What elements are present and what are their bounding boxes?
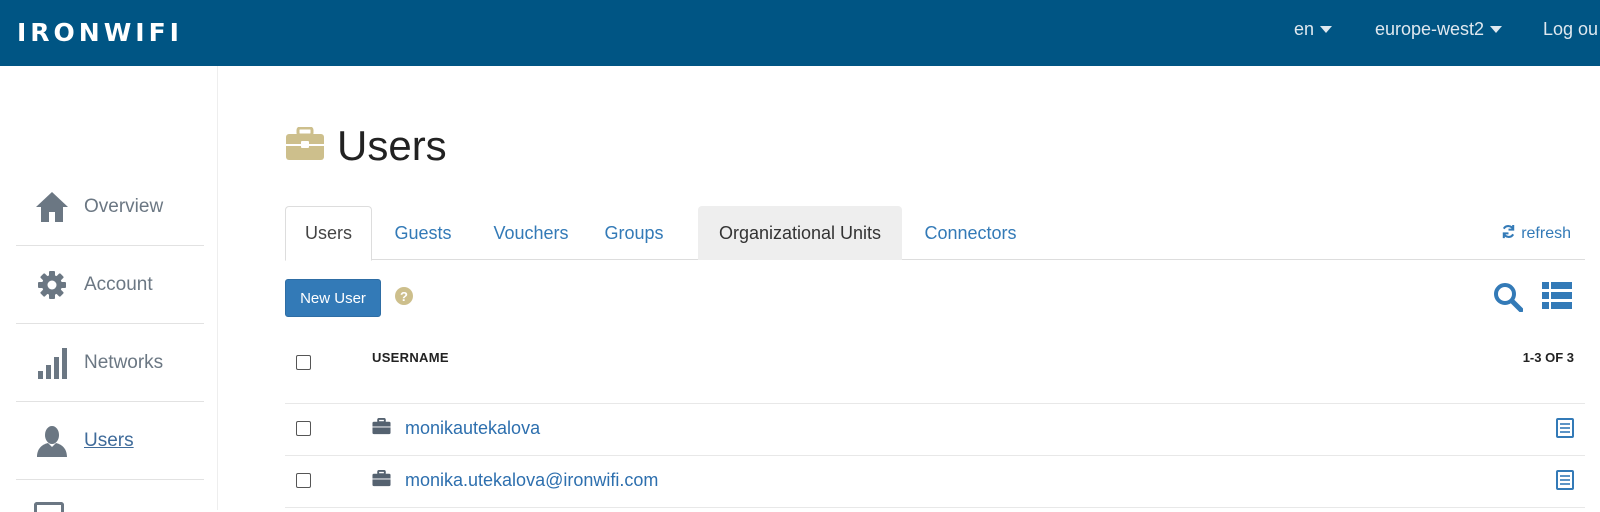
new-user-button[interactable]: New User: [285, 279, 381, 317]
briefcase-icon: [285, 126, 325, 166]
row-checkbox[interactable]: [296, 473, 311, 488]
username-link[interactable]: monikautekalova: [405, 418, 540, 439]
briefcase-icon: [372, 417, 391, 440]
sidebar-item-overview[interactable]: Overview: [16, 168, 204, 246]
users-tabs: Users Guests Vouchers Groups Organizatio…: [285, 206, 1585, 261]
sidebar-item-label: Account: [84, 273, 153, 295]
page-header: Users: [285, 122, 447, 170]
help-icon[interactable]: ?: [395, 287, 413, 305]
sidebar-item-account[interactable]: Account: [16, 246, 204, 324]
pagination-count: 1-3 OF 3: [1522, 350, 1574, 365]
sidebar-next-icon: [34, 502, 64, 512]
top-navbar: IRONWIFI en europe-west2 Log ou: [0, 0, 1600, 66]
gear-icon: [34, 267, 70, 303]
home-icon: [34, 189, 70, 225]
ironwifi-logo[interactable]: IRONWIFI: [17, 18, 183, 47]
sidebar-item-label: Users: [84, 429, 134, 451]
sidebar-item-users[interactable]: Users: [16, 402, 204, 480]
region-dropdown[interactable]: europe-west2: [1375, 19, 1503, 40]
chevron-down-icon: [1490, 26, 1503, 33]
refresh-icon: [1501, 224, 1516, 244]
details-icon[interactable]: [1556, 470, 1574, 495]
language-dropdown[interactable]: en: [1294, 19, 1333, 40]
table-row[interactable]: monikautekalova: [285, 404, 1585, 456]
language-value: en: [1294, 19, 1315, 39]
page-title: Users: [337, 122, 447, 169]
logo-text: IRONWIFI: [17, 18, 183, 47]
signal-bars-icon: [34, 345, 70, 381]
sidebar-item-networks[interactable]: Networks: [16, 324, 204, 402]
details-icon[interactable]: [1556, 418, 1574, 443]
tab-vouchers[interactable]: Vouchers: [475, 206, 587, 260]
sidebar: Overview Account Networks Users: [0, 66, 218, 512]
search-icon[interactable]: [1493, 282, 1524, 317]
tab-organizational-units[interactable]: Organizational Units: [698, 206, 902, 260]
logout-label: Log ou: [1543, 19, 1599, 39]
tab-groups[interactable]: Groups: [587, 206, 681, 260]
sidebar-item-label: Overview: [84, 195, 164, 217]
tab-guests[interactable]: Guests: [373, 206, 473, 260]
table-row[interactable]: monika.utekalova@ironwifi.com: [285, 456, 1585, 508]
user-icon: [34, 423, 70, 459]
region-value: europe-west2: [1375, 19, 1485, 39]
list-view-icon[interactable]: [1542, 282, 1572, 315]
refresh-label: refresh: [1521, 225, 1571, 242]
briefcase-icon: [372, 469, 391, 492]
column-username[interactable]: USERNAME: [372, 350, 449, 365]
username-link[interactable]: monika.utekalova@ironwifi.com: [405, 470, 658, 491]
refresh-link[interactable]: refresh: [1501, 224, 1571, 244]
select-all-checkbox[interactable]: [296, 355, 311, 370]
sidebar-item-label: Networks: [84, 351, 164, 373]
users-table-header: USERNAME 1-3 OF 3: [285, 340, 1585, 404]
logout-link[interactable]: Log ou: [1543, 19, 1598, 40]
tab-connectors[interactable]: Connectors: [903, 206, 1038, 260]
row-checkbox[interactable]: [296, 421, 311, 436]
chevron-down-icon: [1320, 26, 1333, 33]
tab-users[interactable]: Users: [285, 206, 372, 261]
